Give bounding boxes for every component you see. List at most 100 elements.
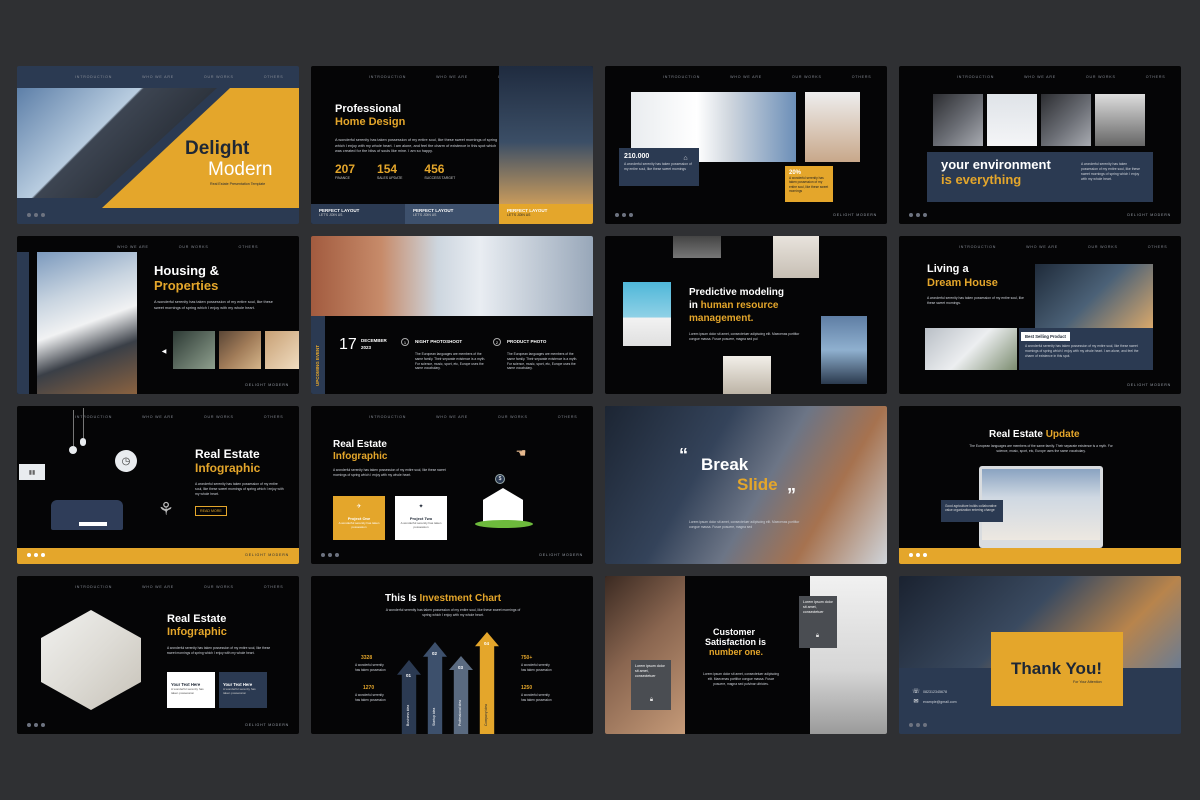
nav-item: INTRODUCTION [369, 75, 407, 79]
arrow-label: Company idea [484, 704, 488, 726]
slide-title-1: Living a [927, 263, 969, 275]
house-night-photo [499, 66, 593, 204]
nav-item: OTHERS [557, 415, 578, 419]
slide-title-1: Break [701, 455, 749, 474]
nav-item: WHO WE ARE [1026, 245, 1058, 249]
event-day: 17 [339, 336, 357, 353]
tab-2[interactable]: PERFECT LAYOUT LET'S JOIN US [405, 204, 499, 224]
lock-icon: 🔒︎ [815, 633, 820, 639]
right-stat-num: 750+ [521, 655, 533, 661]
kitchen-photo [925, 328, 1017, 370]
best-selling-badge: Best Selling Product [1021, 332, 1070, 341]
slide-body: Lorem ipsum dolor sit amet, consectetuer… [689, 520, 800, 529]
rocket-icon: ✦ [418, 503, 424, 510]
slide-stats-photos[interactable]: INTRODUCTION WHO WE ARE OUR WORKS OTHERS 21… [605, 66, 887, 224]
slide-upcoming-event[interactable]: UPCOMING EVENT 17 DECEMBER 2023 1 NIGHT … [311, 236, 593, 394]
phone-icon: ☏ [912, 689, 920, 695]
slide-infographic-iso[interactable]: INTRODUCTION WHO WE ARE OUR WORKS OTHERS Re… [17, 576, 299, 734]
nav-item: OTHERS [263, 585, 284, 589]
slide-title-1: Housing & [154, 263, 219, 278]
side-bar: UPCOMING EVENT [311, 316, 325, 394]
email-address[interactable]: example@gmail.com [923, 700, 957, 705]
slide-dream-house[interactable]: INTRODUCTION WHO WE ARE OUR WORKS OTHERS Li… [899, 236, 1181, 394]
arrow-number: 03 [458, 665, 464, 670]
col-2-title: PRODUCT PHOTO [507, 339, 547, 344]
nav-item: INTRODUCTION [959, 245, 997, 249]
slide-title-3: management. [689, 313, 754, 324]
right-stat-num: 1250 [521, 685, 533, 691]
slide-investment-chart[interactable]: This Is Investment Chart A wonderful ser… [311, 576, 593, 734]
col-1-title: NIGHT PHOTOSHOOT [415, 339, 463, 344]
nav-item: WHO WE ARE [436, 415, 468, 419]
slide-professional-home[interactable]: INTRODUCTIONWHO WE AREOUR WORKS Professi… [311, 66, 593, 224]
slide-title-2: Infographic [167, 626, 227, 638]
slide-body: The European languages are members of th… [969, 444, 1113, 453]
badge-body: A wonderful serenity has taken possessio… [1025, 344, 1139, 358]
nav-item: OUR WORKS [203, 75, 234, 79]
nav-item: WHO WE ARE [142, 75, 174, 79]
cover-subtitle: Real Estate Presentation Template [210, 182, 266, 186]
slide-nav: WHO WE ARE OUR WORKS OTHERS [117, 245, 258, 249]
event-year: 2023 [361, 345, 372, 350]
left-stat-num: 3328 [361, 655, 373, 661]
slide-housing[interactable]: WHO WE ARE OUR WORKS OTHERS Housing & Prop… [17, 236, 299, 394]
slide-dots [909, 553, 927, 557]
thumb-3 [265, 331, 299, 369]
slide-body: A wonderful serenity has taken possessio… [385, 608, 521, 617]
slide-nav: INTRODUCTIONWHO WE AREOUR WORKSOTHERS [369, 415, 577, 419]
photo-keys [1041, 94, 1091, 146]
nav-item: INTRODUCTION [75, 75, 113, 79]
slide-title-2: Infographic [195, 461, 261, 475]
text-box-1[interactable]: Your Text Here A wonderful serenity has … [167, 672, 215, 708]
phone-number[interactable]: 082312345678 [923, 690, 947, 695]
col-2-body: The European languages are members of th… [507, 352, 578, 371]
slide-title-2: in human resource [689, 300, 779, 311]
yellow-footer [899, 548, 1181, 564]
slide-infographic-house[interactable]: INTRODUCTION WHO WE ARE OUR WORKS OTHERS Re… [311, 406, 593, 564]
arrow-label: Professional idea [458, 699, 462, 726]
slide-nav: INTRODUCTIONWHO WE AREOUR WORKSOTHERS [959, 245, 1167, 249]
left-stat-body: A wonderful serenity has taken possessio… [355, 663, 386, 672]
slide-infographic-living[interactable]: INTRODUCTION WHO WE ARE OUR WORKS OTHERS ◷ … [17, 406, 299, 564]
lock-icon: 🔒︎ [649, 697, 654, 703]
slide-nav: INTRODUCTIONWHO WE AREOUR WORKSOTHERS [75, 75, 283, 79]
text-box-2[interactable]: Your Text Here A wonderful serenity has … [219, 672, 267, 708]
slide-title-3: number one. [709, 647, 764, 657]
stat: 154 SALES UPDATE [377, 162, 403, 180]
info-box: Good agriculture builds collaborative va… [941, 500, 1003, 522]
nav-item: OTHERS [263, 415, 284, 419]
stat: 207 FINANCE [335, 162, 356, 180]
read-more-button[interactable]: READ MORE [195, 506, 227, 516]
prev-arrow-icon[interactable]: ◀ [160, 347, 168, 355]
dream-house-photo [1035, 264, 1153, 328]
slide-break[interactable]: “ Break Slide ” Lorem ipsum dolor sit am… [605, 406, 887, 564]
slide-dots [909, 213, 927, 217]
arrow-label: Business idea [406, 704, 410, 726]
slide-title-2: Slide [737, 475, 778, 494]
slide-thank-you[interactable]: INTRODUCTIONWHO WE AREOUR WORKSOTHERS Th… [899, 576, 1181, 734]
number-2-badge: 2 [493, 338, 501, 346]
house-icon [483, 488, 523, 522]
tab-3[interactable]: PERFECT LAYOUT LET'S JOIN US [499, 204, 593, 224]
isometric-room-icon [41, 610, 141, 710]
slide-nav: INTRODUCTIONWHO WE AREOUR WORKSOTHERS [75, 415, 283, 419]
plane-icon: ✈ [356, 503, 362, 510]
slide-body: Lorem ipsum dolor sit amet, consectetuer… [689, 332, 800, 341]
photo-house [987, 94, 1037, 146]
slide-title-1: your environment [941, 157, 1051, 172]
slide-update[interactable]: Real Estate Update The European language… [899, 406, 1181, 564]
slide-environment[interactable]: INTRODUCTION WHO WE ARE OUR WORKS OTHERS yo… [899, 66, 1181, 224]
slide-title-1: Real Estate [167, 613, 227, 625]
slide-customer[interactable]: Lorem ipsum dolor sit amet, consectetuer… [605, 576, 887, 734]
slide-cover[interactable]: INTRODUCTION WHO WE ARE OUR WORKS OTHERS De… [17, 66, 299, 224]
photo-bottom [723, 356, 771, 394]
tab-1[interactable]: PERFECT LAYOUT LET'S JOIN US [311, 204, 405, 224]
left-stat-num: 1270 [363, 685, 375, 691]
nav-item: OTHERS [851, 75, 872, 79]
modern-house-photo [37, 252, 137, 394]
slide-body: A wonderful serenity has taken possessio… [195, 482, 284, 496]
interior-photo [805, 92, 860, 162]
slide-body: A wonderful serenity has taken possessio… [335, 138, 498, 153]
thumb-1 [173, 331, 215, 369]
slide-predictive[interactable]: Predictive modeling in human resource ma… [605, 236, 887, 394]
